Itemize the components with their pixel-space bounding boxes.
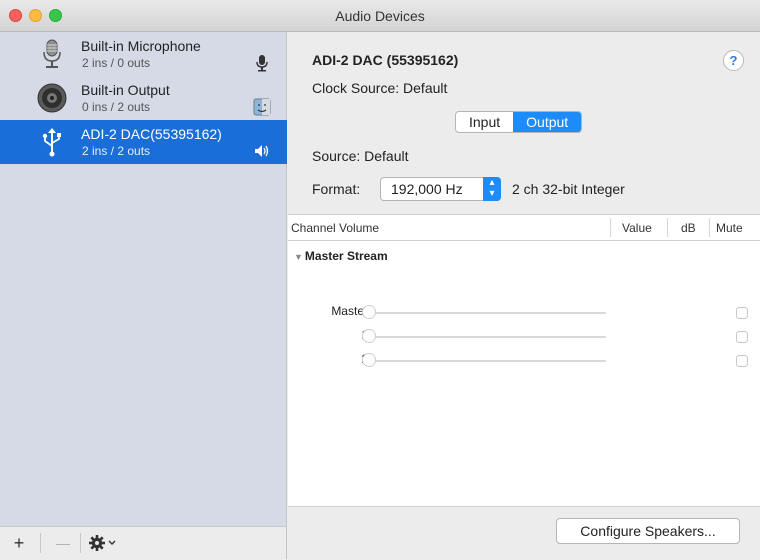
device-title: ADI-2 DAC (55395162) [312,52,459,68]
disclosure-triangle-icon: ▼ [294,252,303,262]
detail-bottom-bar: Configure Speakers... [288,506,760,560]
gear-icon [89,535,116,551]
action-menu-button[interactable] [86,533,122,553]
window-title: Audio Devices [335,8,425,24]
channel-volume-table: Channel Volume Value dB Mute ▼ Master Str… [288,214,760,507]
finder-badge-icon [253,98,271,116]
audio-devices-window: Audio Devices Built-in Microphone 2 ins … [0,0,760,560]
source-label: Source: Default [312,148,409,164]
table-row: Master [288,298,760,322]
microphone-badge-icon [256,55,268,72]
table-row: 2 [288,346,760,370]
volume-slider-knob[interactable] [362,305,376,319]
column-db[interactable]: dB [681,221,696,235]
clock-source-label: Clock Source: Default [312,80,448,96]
help-button[interactable]: ? [723,50,744,71]
title-bar: Audio Devices [0,0,760,32]
device-detail-pane: ADI-2 DAC (55395162) ? Clock Source: Def… [288,32,760,560]
mute-checkbox[interactable] [736,355,748,367]
mute-checkbox[interactable] [736,331,748,343]
chevron-updown-icon: ▴ ▾ [483,177,501,201]
device-io: 0 ins / 2 outs [82,100,151,114]
device-name: ADI-2 DAC(55395162) [81,126,222,142]
configure-speakers-button[interactable]: Configure Speakers... [556,518,740,544]
volume-slider-knob[interactable] [362,329,376,343]
device-item-built-in-output[interactable]: Built-in Output 0 ins / 2 outs [0,76,287,120]
device-io: 2 ins / 0 outs [82,56,151,70]
volume-slider-knob[interactable] [362,353,376,367]
master-stream-group[interactable]: ▼ Master Stream [294,249,388,263]
sidebar-toolbar: + — [0,526,287,559]
remove-device-button[interactable]: — [52,533,74,553]
format-popup[interactable]: 192,000 Hz ▴ ▾ [380,177,501,201]
tab-output[interactable]: Output [513,112,582,132]
device-item-adi-2-dac[interactable]: ADI-2 DAC(55395162) 2 ins / 2 outs [0,120,287,164]
format-description: 2 ch 32-bit Integer [512,181,625,197]
format-value: 192,000 Hz [391,181,463,197]
column-channel-volume[interactable]: Channel Volume [291,221,379,235]
usb-icon [42,128,61,157]
microphone-icon [43,39,61,68]
table-header: Channel Volume Value dB Mute [288,215,760,241]
input-output-segmented-control: Input Output [455,111,583,133]
device-name: Built-in Microphone [81,38,201,54]
device-name: Built-in Output [81,82,170,98]
column-value[interactable]: Value [622,221,652,235]
speaker-badge-icon [255,145,269,157]
format-label: Format: [312,181,361,197]
volume-slider-track[interactable] [366,336,606,338]
speaker-icon [37,83,67,113]
device-list-sidebar: Built-in Microphone 2 ins / 0 outs Built… [0,32,287,526]
add-device-button[interactable]: + [8,533,30,553]
volume-slider-track[interactable] [366,312,606,314]
volume-slider-track[interactable] [366,360,606,362]
group-label: Master Stream [304,249,388,263]
device-io: 2 ins / 2 outs [82,144,151,158]
mute-checkbox[interactable] [736,307,748,319]
column-mute[interactable]: Mute [716,221,743,235]
device-item-built-in-microphone[interactable]: Built-in Microphone 2 ins / 0 outs [0,32,287,76]
tab-input[interactable]: Input [456,112,513,132]
table-row: 1 [288,322,760,346]
